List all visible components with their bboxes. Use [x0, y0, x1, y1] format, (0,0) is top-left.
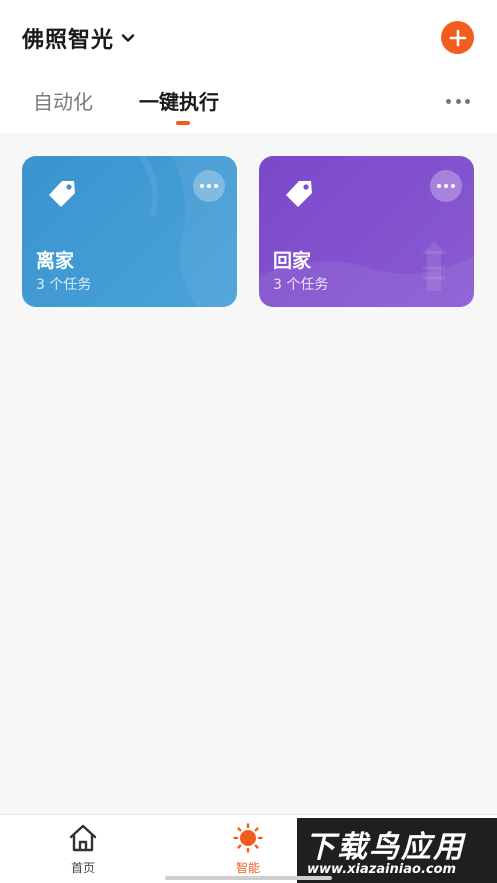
nav-label: 智能 [235, 861, 260, 875]
card-more-button[interactable] [193, 170, 225, 202]
tab-automation[interactable]: 自动化 [33, 86, 93, 115]
plus-icon [449, 29, 466, 46]
more-dot-icon [437, 184, 441, 188]
scene-name: 离家 [36, 250, 75, 272]
nav-label: 首页 [70, 861, 95, 875]
home-indicator-bar [165, 876, 332, 880]
more-dot-icon [207, 184, 211, 188]
more-dot-icon [444, 184, 448, 188]
more-dot-icon [446, 98, 451, 104]
top-bar: 佛照智光 自动化 一键执行 [0, 0, 497, 133]
card-more-button[interactable] [430, 170, 462, 202]
sun-icon [233, 823, 263, 853]
scene-task-count: 3 个任务 [273, 277, 329, 293]
scene-name: 回家 [273, 250, 312, 272]
tag-icon [49, 181, 75, 207]
scene-task-count: 3 个任务 [36, 277, 92, 293]
active-tab-indicator [176, 121, 190, 125]
watermark-url: www.xiazainiao.com [307, 862, 457, 877]
scene-card-leave-home[interactable]: 离家 3 个任务 [22, 156, 237, 307]
more-dot-icon [451, 184, 455, 188]
watermark-title: 下载鸟应用 [305, 830, 465, 865]
chevron-down-icon [121, 34, 135, 42]
tag-icon [286, 181, 312, 207]
nav-item-smart[interactable]: 智能 [218, 823, 278, 879]
more-options-button[interactable] [446, 97, 470, 105]
more-dot-icon [455, 98, 461, 104]
home-icon [69, 824, 97, 852]
home-title: 佛照智光 [22, 28, 115, 53]
home-selector[interactable]: 佛照智光 [22, 20, 136, 56]
more-dot-icon [465, 98, 470, 104]
nav-item-home[interactable]: 首页 [53, 823, 113, 879]
add-button[interactable] [441, 21, 474, 54]
app-screen: 佛照智光 自动化 一键执行 离家 3 个任务 回家 3 个任务 首页 智能 下载… [0, 0, 497, 883]
watermark-overlay: 下载鸟应用 www.xiazainiao.com [297, 818, 497, 883]
more-dot-icon [214, 184, 218, 188]
more-dot-icon [200, 184, 204, 188]
tab-bar: 自动化 一键执行 [0, 80, 497, 130]
scene-card-return-home[interactable]: 回家 3 个任务 [259, 156, 474, 307]
tab-one-click[interactable]: 一键执行 [139, 86, 219, 115]
